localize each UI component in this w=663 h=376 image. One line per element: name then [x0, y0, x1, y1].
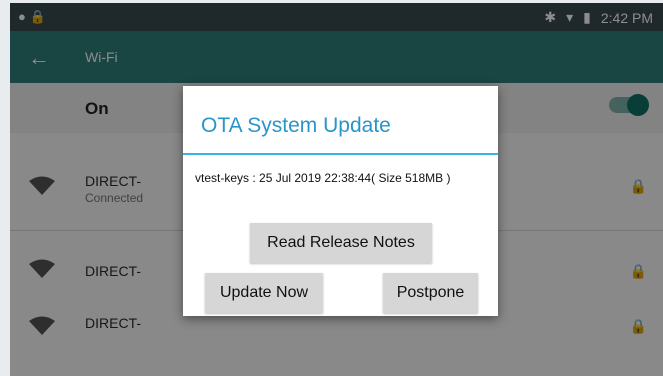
dialog-message: vtest-keys : 25 Jul 2019 22:38:44( Size …: [195, 171, 451, 185]
dialog-title: OTA System Update: [201, 114, 391, 137]
postpone-button[interactable]: Postpone: [383, 273, 478, 313]
ota-update-dialog: OTA System Update vtest-keys : 25 Jul 20…: [183, 86, 498, 316]
update-now-button[interactable]: Update Now: [205, 273, 323, 313]
read-release-notes-button[interactable]: Read Release Notes: [250, 223, 432, 263]
title-divider: [183, 153, 498, 155]
